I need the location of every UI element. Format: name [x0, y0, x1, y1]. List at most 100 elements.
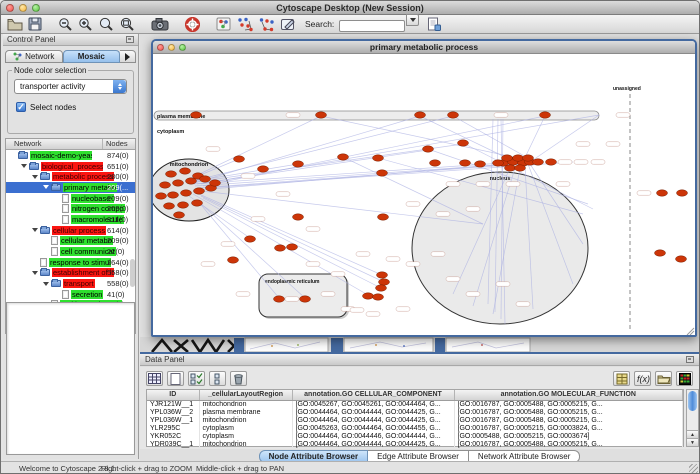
vizmapper-icon[interactable]: [216, 16, 231, 32]
network-node[interactable]: [186, 178, 197, 184]
import-attributes-icon[interactable]: [613, 371, 630, 386]
unselect-all-attributes-icon[interactable]: [209, 371, 226, 386]
network-edge[interactable]: [420, 116, 507, 158]
open-attribute-file-icon[interactable]: [655, 371, 672, 386]
search-dropdown-button[interactable]: [406, 14, 419, 26]
tree-item[interactable]: nucleobase-209(0): [6, 193, 135, 204]
table-row[interactable]: YPL036W__1mitochondrion[GO:0044464, GO:0…: [147, 416, 683, 424]
network-node[interactable]: [657, 190, 668, 196]
network-node[interactable]: [300, 296, 311, 302]
scrollbar-thumb[interactable]: [688, 391, 697, 411]
network-node[interactable]: [515, 165, 526, 171]
network-node[interactable]: [156, 193, 167, 199]
network-node[interactable]: [245, 236, 256, 242]
help-icon[interactable]: [185, 16, 200, 32]
open-icon[interactable]: [7, 16, 23, 32]
network-node[interactable]: [168, 192, 179, 198]
network-edge[interactable]: [199, 202, 305, 298]
network-node[interactable]: [174, 212, 185, 218]
network-node[interactable]: [234, 156, 245, 162]
network-node[interactable]: [523, 155, 534, 161]
search-input[interactable]: [339, 20, 405, 32]
heatmap-icon[interactable]: [676, 371, 693, 386]
tree-item[interactable]: secretion41(0): [6, 289, 135, 300]
network-node[interactable]: [378, 214, 389, 220]
float-data-panel-icon[interactable]: [686, 356, 694, 363]
network-node[interactable]: [493, 160, 504, 166]
save-icon[interactable]: [28, 16, 42, 32]
network-node[interactable]: [373, 294, 384, 300]
expand-triangle-icon[interactable]: [43, 185, 49, 189]
network-node[interactable]: [178, 202, 189, 208]
network-node[interactable]: [164, 203, 175, 209]
tree-item[interactable]: transport558(0): [6, 278, 135, 289]
network-node[interactable]: [546, 159, 557, 165]
network-node[interactable]: [293, 214, 304, 220]
select-attributes-icon[interactable]: [146, 371, 163, 386]
table-row[interactable]: YPL036W__2plasma membrane[GO:0044464, GO…: [147, 408, 683, 416]
network-edge[interactable]: [530, 115, 599, 162]
delete-attribute-icon[interactable]: [230, 371, 247, 386]
network-node[interactable]: [540, 112, 551, 118]
tree-item[interactable]: primary metabo209(...: [6, 182, 135, 193]
network-node[interactable]: [275, 245, 286, 251]
expand-triangle-icon[interactable]: [43, 282, 49, 286]
table-column-header[interactable]: ID: [147, 390, 199, 400]
table-column-header[interactable]: _cellularLayoutRegion: [199, 390, 292, 400]
tree-item[interactable]: response to stimulu264(0): [6, 257, 135, 268]
layout-icon[interactable]: [236, 16, 253, 32]
network-edge[interactable]: [321, 116, 518, 158]
tree-item[interactable]: cellular process614(0): [6, 225, 135, 236]
scroll-down-icon[interactable]: ▼: [687, 438, 698, 446]
network-node[interactable]: [502, 155, 513, 161]
zoom-selected-icon[interactable]: [98, 16, 114, 32]
tree-item[interactable]: cellular metabo209(0): [6, 236, 135, 247]
table-column-header[interactable]: annotation.GO CELLULAR_COMPONENT: [292, 390, 454, 400]
network-node[interactable]: [458, 140, 469, 146]
network-node[interactable]: [180, 168, 191, 174]
network-node[interactable]: [415, 112, 426, 118]
network-node[interactable]: [200, 176, 211, 182]
network-node[interactable]: [448, 112, 459, 118]
tree-scrollbar[interactable]: [130, 259, 135, 287]
table-row[interactable]: YKR052Ccytoplasm[GO:0044464, GO:0044446,…: [147, 432, 683, 440]
network-node[interactable]: [191, 112, 202, 118]
network-node[interactable]: [655, 250, 666, 256]
table-row[interactable]: YLR295Ccytoplasm[GO:0045263, GO:0044464,…: [147, 424, 683, 432]
network-node[interactable]: [533, 159, 544, 165]
network-node[interactable]: [676, 256, 687, 262]
tree-item[interactable]: mosaic-demo-yeast874(0): [6, 150, 135, 161]
table-row[interactable]: YJR121W__1mitochondrion[GO:0045267, GO:0…: [147, 400, 683, 408]
create-attribute-icon[interactable]: [167, 371, 184, 386]
tree-item[interactable]: biological_process651(0): [6, 161, 135, 172]
network-node[interactable]: [475, 161, 486, 167]
tree-item[interactable]: macromolecule311(0): [6, 214, 135, 225]
scroll-up-icon[interactable]: ▲: [687, 430, 698, 438]
node-color-dropdown[interactable]: transporter activity: [14, 79, 127, 94]
tree-item[interactable]: nitrogen compo209(0): [6, 203, 135, 214]
network-edge[interactable]: [197, 200, 279, 298]
network-node[interactable]: [274, 296, 285, 302]
network-edge[interactable]: [201, 115, 599, 184]
zoom-fit-icon[interactable]: [119, 16, 135, 32]
resize-grip[interactable]: [689, 464, 698, 473]
tab-mosaic[interactable]: Mosaic: [63, 50, 121, 63]
network-node[interactable]: [160, 182, 171, 188]
network-edge[interactable]: [199, 194, 382, 275]
network-view-titlebar[interactable]: primary metabolic process: [153, 41, 695, 54]
network-node[interactable]: [460, 160, 471, 166]
tree-item[interactable]: establishment of lo558(0): [6, 268, 135, 279]
network-node[interactable]: [363, 293, 374, 299]
table-row[interactable]: YDR039C__1mitochondrion[GO:0044464, GO:0…: [147, 440, 683, 448]
network-node[interactable]: [677, 190, 688, 196]
network-node[interactable]: [173, 180, 184, 186]
network-node[interactable]: [423, 146, 434, 152]
network-node[interactable]: [181, 190, 192, 196]
more-tabs-button[interactable]: [120, 50, 136, 63]
network-node[interactable]: [377, 272, 388, 278]
network-node[interactable]: [513, 155, 524, 161]
network-node[interactable]: [377, 170, 388, 176]
network-node[interactable]: [166, 171, 177, 177]
network-node[interactable]: [287, 244, 298, 250]
expand-triangle-icon[interactable]: [32, 228, 38, 232]
